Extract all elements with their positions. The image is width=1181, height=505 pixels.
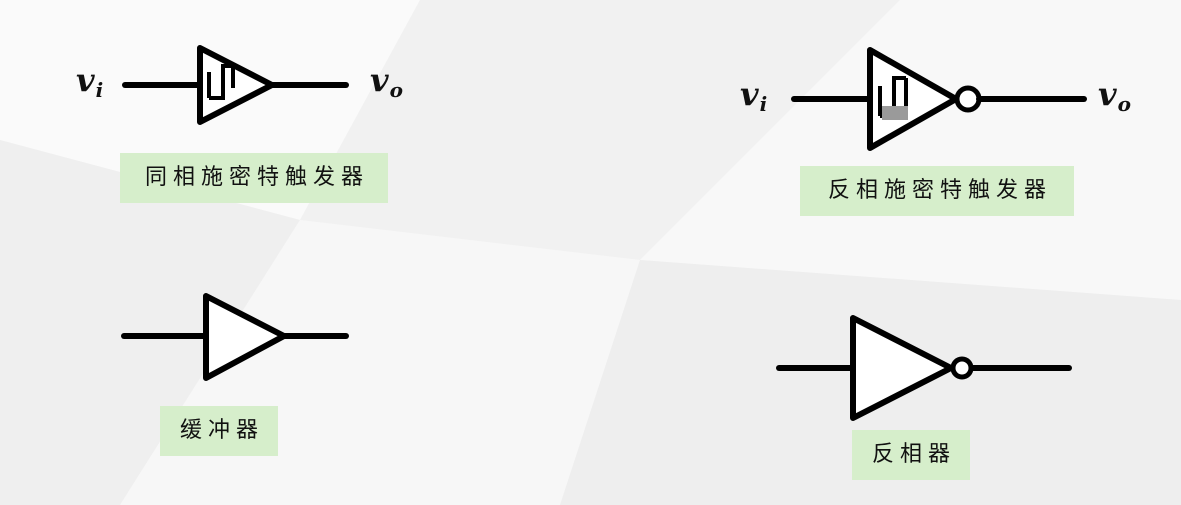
schmitt-noninv-output-signal: vo bbox=[370, 61, 403, 102]
schmitt-inv-output-signal: vo bbox=[1098, 75, 1131, 116]
schmitt-noninv-label: 同相施密特触发器 bbox=[120, 153, 388, 203]
schmitt-inv-label: 反相施密特触发器 bbox=[800, 166, 1074, 216]
inverter-label: 反相器 bbox=[852, 430, 970, 480]
schmitt-noninverting-symbol bbox=[122, 45, 349, 125]
buffer-symbol bbox=[121, 293, 349, 381]
schmitt-inv-input-signal: vi bbox=[740, 75, 768, 116]
inverter-symbol bbox=[776, 315, 1072, 421]
schmitt-inverting-symbol bbox=[791, 47, 1087, 151]
schmitt-noninv-input-signal: vi bbox=[76, 61, 104, 102]
buffer-label: 缓冲器 bbox=[160, 406, 278, 456]
